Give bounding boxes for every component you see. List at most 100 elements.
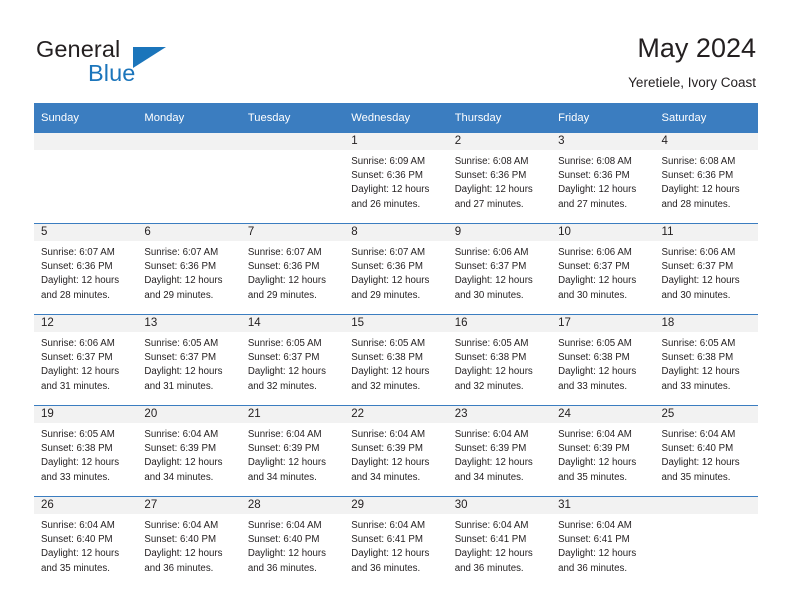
day-number: 16 (447, 315, 552, 332)
sunrise-time: Sunrise: 6:05 AM (661, 338, 736, 349)
calendar-day-cell[interactable]: 12 Sunrise: 6:06 AM Sunset: 6:37 PM Dayligh… (34, 314, 138, 406)
weekday-header-monday: Monday (137, 103, 241, 133)
sunrise-time: Sunrise: 6:05 AM (558, 338, 632, 349)
calendar-week-row: 5 Sunrise: 6:07 AM Sunset: 6:36 PM Daylight… (34, 223, 758, 315)
calendar-day-cell[interactable]: 23 Sunrise: 6:04 AM Sunset: 6:39 PM Dayligh… (447, 405, 552, 497)
calendar-day-cell[interactable]: 7 Sunrise: 6:07 AM Sunset: 6:36 PM Daylight… (240, 223, 345, 315)
page-title: May 2024 (637, 33, 756, 63)
daylight-duration-line2: and 32 minutes. (247, 380, 317, 392)
calendar-day-cell[interactable]: 13 Sunrise: 6:05 AM Sunset: 6:37 PM Dayligh… (137, 314, 241, 406)
day-details: Sunrise: 6:08 AM Sunset: 6:36 PM Daylight:… (551, 150, 654, 212)
daylight-duration-line2: and 33 minutes. (41, 471, 110, 483)
sunrise-time: Sunrise: 6:07 AM (41, 247, 115, 258)
daylight-duration-line2: and 28 minutes. (41, 289, 110, 301)
calendar-day-cell[interactable]: 5 Sunrise: 6:07 AM Sunset: 6:36 PM Daylight… (34, 223, 138, 315)
sunrise-time: Sunrise: 6:04 AM (144, 520, 219, 531)
daylight-duration-line1: Daylight: 12 hours (247, 366, 326, 378)
calendar-day-cell[interactable]: 10 Sunrise: 6:06 AM Sunset: 6:37 PM Dayligh… (551, 223, 655, 315)
daylight-duration-line1: Daylight: 12 hours (247, 275, 326, 287)
day-number (34, 133, 138, 150)
sunrise-time: Sunrise: 6:04 AM (247, 429, 322, 440)
daylight-duration-line2: and 27 minutes. (454, 198, 524, 210)
calendar-day-cell[interactable]: 11 Sunrise: 6:06 AM Sunset: 6:37 PM Dayligh… (654, 223, 758, 315)
sunset-time: Sunset: 6:38 PM (351, 352, 423, 364)
calendar-day-cell[interactable]: 16 Sunrise: 6:05 AM Sunset: 6:38 PM Dayligh… (447, 314, 552, 406)
calendar-day-cell[interactable]: 8 Sunrise: 6:07 AM Sunset: 6:36 PM Daylight… (344, 223, 448, 315)
sunset-time: Sunset: 6:37 PM (558, 261, 630, 273)
calendar-day-cell[interactable]: 2 Sunrise: 6:08 AM Sunset: 6:36 PM Daylight… (447, 132, 552, 224)
calendar-day-cell[interactable]: 28 Sunrise: 6:04 AM Sunset: 6:40 PM Dayligh… (240, 496, 345, 587)
calendar-day-cell[interactable]: 18 Sunrise: 6:05 AM Sunset: 6:38 PM Dayligh… (654, 314, 758, 406)
calendar-day-cell[interactable]: 25 Sunrise: 6:04 AM Sunset: 6:40 PM Dayligh… (654, 405, 758, 497)
calendar-day-cell[interactable]: 21 Sunrise: 6:04 AM Sunset: 6:39 PM Dayligh… (240, 405, 345, 497)
day-number: 9 (447, 224, 552, 241)
calendar-week-row: 19 Sunrise: 6:05 AM Sunset: 6:38 PM Dayligh… (34, 405, 758, 497)
weekday-header-sunday: Sunday (34, 103, 138, 133)
sunrise-time: Sunrise: 6:05 AM (454, 338, 529, 349)
calendar-day-cell[interactable]: 29 Sunrise: 6:04 AM Sunset: 6:41 PM Dayligh… (344, 496, 448, 587)
general-blue-logo[interactable]: General Blue (36, 36, 266, 88)
daylight-duration-line2: and 36 minutes. (351, 562, 421, 574)
daylight-duration-line1: Daylight: 12 hours (41, 366, 120, 378)
daylight-duration-line1: Daylight: 12 hours (351, 184, 430, 196)
calendar-day-cell[interactable]: 4 Sunrise: 6:08 AM Sunset: 6:36 PM Daylight… (654, 132, 758, 224)
day-number: 3 (551, 133, 655, 150)
calendar-day-cell[interactable]: 9 Sunrise: 6:06 AM Sunset: 6:37 PM Daylight… (447, 223, 552, 315)
sunset-time: Sunset: 6:36 PM (144, 261, 217, 273)
sunrise-time: Sunrise: 6:04 AM (454, 429, 529, 440)
daylight-duration-line2: and 30 minutes. (454, 289, 524, 301)
calendar-day-cell[interactable]: 14 Sunrise: 6:05 AM Sunset: 6:37 PM Dayligh… (240, 314, 345, 406)
daylight-duration-line2: and 32 minutes. (454, 380, 524, 392)
sunrise-time: Sunrise: 6:06 AM (661, 247, 736, 258)
calendar-day-cell[interactable]: 26 Sunrise: 6:04 AM Sunset: 6:40 PM Dayligh… (34, 496, 138, 587)
day-details: Sunrise: 6:04 AM Sunset: 6:39 PM Daylight:… (241, 423, 344, 485)
calendar-day-cell[interactable]: 1 Sunrise: 6:09 AM Sunset: 6:36 PM Daylight… (344, 132, 448, 224)
calendar-day-cell[interactable]: 19 Sunrise: 6:05 AM Sunset: 6:38 PM Dayligh… (34, 405, 138, 497)
weekday-header-thursday: Thursday (447, 103, 552, 133)
calendar-day-cell[interactable]: 27 Sunrise: 6:04 AM Sunset: 6:40 PM Dayligh… (137, 496, 241, 587)
daylight-duration-line1: Daylight: 12 hours (454, 548, 533, 560)
sunset-time: Sunset: 6:36 PM (351, 261, 423, 273)
day-details: Sunrise: 6:05 AM Sunset: 6:37 PM Daylight:… (137, 332, 240, 394)
day-details: Sunrise: 6:05 AM Sunset: 6:38 PM Daylight:… (448, 332, 551, 394)
calendar-day-cell[interactable]: 20 Sunrise: 6:04 AM Sunset: 6:39 PM Dayligh… (137, 405, 241, 497)
calendar-day-cell[interactable]: 15 Sunrise: 6:05 AM Sunset: 6:38 PM Dayligh… (344, 314, 448, 406)
weekday-header-saturday: Saturday (654, 103, 758, 133)
sunset-time: Sunset: 6:36 PM (558, 170, 630, 182)
sunrise-time: Sunrise: 6:08 AM (454, 156, 529, 167)
day-number: 12 (34, 315, 138, 332)
calendar-day-cell[interactable]: 24 Sunrise: 6:04 AM Sunset: 6:39 PM Dayligh… (551, 405, 655, 497)
day-number: 25 (654, 406, 758, 423)
sunset-time: Sunset: 6:40 PM (661, 443, 734, 455)
daylight-duration-line1: Daylight: 12 hours (454, 457, 533, 469)
calendar-day-cell[interactable]: 6 Sunrise: 6:07 AM Sunset: 6:36 PM Daylight… (137, 223, 241, 315)
sunset-time: Sunset: 6:41 PM (351, 534, 423, 546)
daylight-duration-line1: Daylight: 12 hours (558, 548, 637, 560)
daylight-duration-line1: Daylight: 12 hours (41, 548, 120, 560)
calendar-day-cell[interactable]: 31 Sunrise: 6:04 AM Sunset: 6:41 PM Dayligh… (551, 496, 655, 587)
sunrise-time: Sunrise: 6:04 AM (144, 429, 219, 440)
day-number: 30 (447, 497, 552, 514)
day-number: 2 (447, 133, 552, 150)
sunrise-time: Sunrise: 6:05 AM (247, 338, 322, 349)
calendar-day-cell-empty (34, 132, 138, 224)
sunset-time: Sunset: 6:38 PM (661, 352, 734, 364)
calendar-day-cell[interactable]: 3 Sunrise: 6:08 AM Sunset: 6:36 PM Daylight… (551, 132, 655, 224)
daylight-duration-line2: and 36 minutes. (454, 562, 524, 574)
day-details: Sunrise: 6:06 AM Sunset: 6:37 PM Daylight:… (655, 241, 758, 303)
calendar-day-cell[interactable]: 30 Sunrise: 6:04 AM Sunset: 6:41 PM Dayligh… (447, 496, 552, 587)
logo-triangle-icon (133, 47, 166, 68)
day-details: Sunrise: 6:07 AM Sunset: 6:36 PM Daylight:… (137, 241, 240, 303)
sunset-time: Sunset: 6:38 PM (454, 352, 527, 364)
daylight-duration-line2: and 28 minutes. (661, 198, 731, 210)
daylight-duration-line1: Daylight: 12 hours (558, 457, 637, 469)
day-details: Sunrise: 6:05 AM Sunset: 6:38 PM Daylight:… (655, 332, 758, 394)
sunrise-time: Sunrise: 6:08 AM (558, 156, 632, 167)
day-number: 1 (344, 133, 448, 150)
calendar-day-cell[interactable]: 17 Sunrise: 6:05 AM Sunset: 6:38 PM Dayligh… (551, 314, 655, 406)
daylight-duration-line2: and 29 minutes. (144, 289, 214, 301)
sunset-time: Sunset: 6:39 PM (454, 443, 527, 455)
calendar-day-cell[interactable]: 22 Sunrise: 6:04 AM Sunset: 6:39 PM Dayligh… (344, 405, 448, 497)
day-number: 24 (551, 406, 655, 423)
daylight-duration-line2: and 31 minutes. (41, 380, 110, 392)
